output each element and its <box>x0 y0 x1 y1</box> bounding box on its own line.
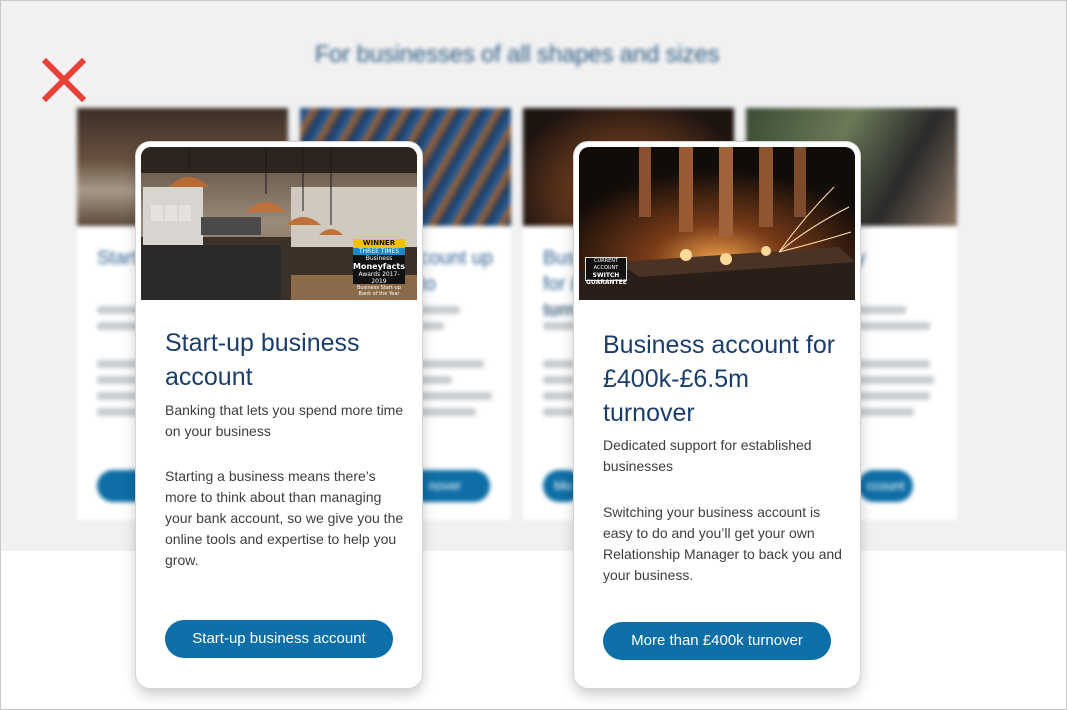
background-card-title: count up to <box>420 248 493 295</box>
badge-award-name: Business Start-up Bank of the Year <box>357 285 401 297</box>
badge-business: Business <box>365 255 393 262</box>
background-card-text <box>420 306 500 424</box>
badge-three-times: THREE TIMES <box>353 248 405 255</box>
card-image-cafe: WINNER THREE TIMES Business Moneyfacts A… <box>141 147 417 300</box>
badge-guarantee: GUARANTEE <box>586 279 627 286</box>
section-title: For businesses of all shapes and sizes <box>314 41 720 68</box>
card-description: Switching your business account is easy … <box>603 504 842 583</box>
card-title: Business account for £400k-£6.5m turnove… <box>603 331 836 427</box>
badge-switch: SWITCH <box>592 272 620 279</box>
background-card-title: y <box>856 248 866 269</box>
card-subtitle: Dedicated support for established busine… <box>603 437 812 474</box>
background-card-button: ccount <box>858 470 913 502</box>
card-description: Starting a business means there’s more t… <box>165 468 404 568</box>
award-badge: WINNER THREE TIMES Business Moneyfacts A… <box>353 239 405 297</box>
card-startup: WINNER THREE TIMES Business Moneyfacts A… <box>136 142 422 688</box>
more-than-400k-turnover-button[interactable]: More than £400k turnover <box>603 622 831 660</box>
card-title: Start-up business account <box>165 329 360 391</box>
badge-current-account: CURRENT ACCOUNT <box>593 258 619 271</box>
card-business-400k: CURRENT ACCOUNT SWITCH GUARANTEE Busines… <box>574 142 860 688</box>
switch-guarantee-badge: CURRENT ACCOUNT SWITCH GUARANTEE <box>585 257 627 286</box>
close-icon[interactable] <box>40 56 88 104</box>
card-image-factory: CURRENT ACCOUNT SWITCH GUARANTEE <box>579 147 855 300</box>
card-subtitle: Banking that lets you spend more time on… <box>165 402 404 439</box>
badge-winner: WINNER <box>353 239 405 248</box>
badge-awards-years: Awards 2017-2019 <box>358 271 400 285</box>
background-card-text <box>858 306 938 424</box>
badge-moneyfacts: Moneyfacts <box>353 262 405 271</box>
startup-business-account-button[interactable]: Start-up business account <box>165 620 393 658</box>
